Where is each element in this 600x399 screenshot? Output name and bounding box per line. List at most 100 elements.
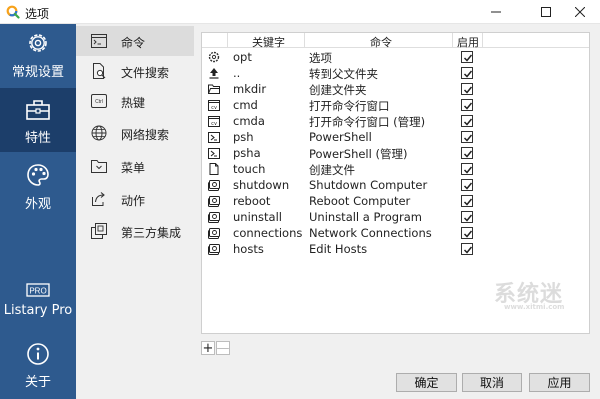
- sidebar-item-label: 特性: [24, 131, 51, 146]
- sidebar-item-general[interactable]: 常规设置: [0, 30, 76, 88]
- command-cell[interactable]: 创建文件夹: [309, 82, 367, 98]
- column-divider: [304, 33, 305, 48]
- watermark: 系统迷 www.xitmi.com: [494, 276, 574, 316]
- column-header-keyword[interactable]: 关键字: [252, 34, 285, 50]
- enabled-checkbox[interactable]: [461, 51, 473, 63]
- subnav-item-web-search[interactable]: 网络搜索: [76, 118, 194, 148]
- svg-text:Ctrl: Ctrl: [95, 99, 103, 105]
- keyword-cell[interactable]: touch: [233, 162, 265, 176]
- subnav-item-third-party[interactable]: 第三方集成: [76, 216, 194, 246]
- cancel-button[interactable]: 取消: [462, 373, 522, 392]
- keyword-cell[interactable]: psha: [233, 146, 261, 160]
- keyword-cell[interactable]: hosts: [233, 242, 264, 256]
- command-cell[interactable]: Edit Hosts: [309, 242, 367, 256]
- ok-button[interactable]: 确定: [396, 373, 457, 392]
- share-arrow-icon: [91, 191, 107, 207]
- command-cell[interactable]: 选项: [309, 50, 332, 66]
- remove-row-button[interactable]: —: [216, 341, 230, 355]
- enabled-checkbox[interactable]: [461, 163, 473, 175]
- keyword-cell[interactable]: cmda: [233, 114, 265, 128]
- cmd-icon: cv: [208, 99, 220, 111]
- subnav-item-label: 命令: [121, 36, 146, 50]
- table-row[interactable]: cv cmd 打开命令行窗口: [202, 97, 589, 113]
- table-row[interactable]: hosts Edit Hosts: [202, 241, 589, 257]
- subnav-item-label: 第三方集成: [121, 226, 182, 240]
- add-row-button[interactable]: +: [201, 341, 215, 355]
- keyword-cell[interactable]: ..: [233, 66, 240, 80]
- keyword-cell[interactable]: reboot: [233, 194, 270, 208]
- palette-icon: [27, 164, 49, 186]
- enabled-checkbox[interactable]: [461, 131, 473, 143]
- minimize-icon: [491, 11, 501, 13]
- apply-button[interactable]: 应用: [529, 373, 590, 392]
- close-button[interactable]: [560, 0, 600, 24]
- subnav-item-menu[interactable]: 菜单: [76, 151, 194, 181]
- table-row[interactable]: shutdown Shutdown Computer: [202, 177, 589, 193]
- subnav-item-label: 网络搜索: [121, 128, 170, 142]
- enabled-checkbox[interactable]: [461, 227, 473, 239]
- subnav-item-label: 热键: [121, 96, 146, 110]
- enabled-checkbox[interactable]: [461, 147, 473, 159]
- command-cell[interactable]: Shutdown Computer: [309, 178, 427, 192]
- keyword-cell[interactable]: shutdown: [233, 178, 289, 192]
- table-row[interactable]: uninstall Uninstall a Program: [202, 209, 589, 225]
- maximize-icon: [541, 7, 551, 17]
- enabled-checkbox[interactable]: [461, 67, 473, 79]
- enabled-checkbox[interactable]: [461, 99, 473, 111]
- plugin-icon: [91, 223, 107, 239]
- sidebar: 常规设置 特性 外观 PRO Listary Pro 关于: [0, 24, 76, 399]
- enabled-checkbox[interactable]: [461, 83, 473, 95]
- sidebar-item-about[interactable]: 关于: [0, 342, 76, 392]
- keyword-cell[interactable]: opt: [233, 50, 252, 64]
- run-icon: [208, 243, 220, 255]
- command-cell[interactable]: 打开命令行窗口 (管理): [309, 114, 425, 130]
- toolbox-icon: [26, 100, 50, 120]
- svg-text:cv: cv: [211, 120, 217, 126]
- enabled-checkbox[interactable]: [461, 115, 473, 127]
- table-row[interactable]: psh PowerShell: [202, 129, 589, 145]
- column-header-enabled[interactable]: 启用: [457, 34, 479, 50]
- table-row[interactable]: opt 选项: [202, 49, 589, 65]
- info-icon: [27, 343, 49, 365]
- keyword-cell[interactable]: connections: [233, 226, 302, 240]
- table-row[interactable]: psha PowerShell (管理): [202, 145, 589, 161]
- table-row[interactable]: mkdir 创建文件夹: [202, 81, 589, 97]
- sidebar-item-appearance[interactable]: 外观: [0, 162, 76, 220]
- subnav-item-commands[interactable]: 命令: [76, 26, 194, 56]
- sidebar-item-features[interactable]: 特性: [0, 88, 76, 152]
- table-row[interactable]: touch 创建文件: [202, 161, 589, 177]
- subnav-item-hotkeys[interactable]: Ctrl 热键: [76, 86, 194, 116]
- table-row[interactable]: .. 转到父文件夹: [202, 65, 589, 81]
- enabled-checkbox[interactable]: [461, 243, 473, 255]
- svg-text:PRO: PRO: [29, 287, 46, 296]
- table-row[interactable]: connections Network Connections: [202, 225, 589, 241]
- table-row[interactable]: reboot Reboot Computer: [202, 193, 589, 209]
- command-cell[interactable]: 打开命令行窗口: [309, 98, 390, 114]
- sidebar-item-listary-pro[interactable]: PRO Listary Pro: [0, 282, 76, 326]
- command-cell[interactable]: Network Connections: [309, 226, 432, 240]
- enabled-checkbox[interactable]: [461, 211, 473, 223]
- new-file-icon: [208, 163, 220, 175]
- keyword-cell[interactable]: mkdir: [233, 82, 266, 96]
- command-cell[interactable]: PowerShell (管理): [309, 146, 407, 162]
- command-cell[interactable]: Reboot Computer: [309, 194, 410, 208]
- keyword-cell[interactable]: uninstall: [233, 210, 282, 224]
- title-bar: 选项: [0, 0, 600, 24]
- table-row[interactable]: cv cmda 打开命令行窗口 (管理): [202, 113, 589, 129]
- keyword-cell[interactable]: cmd: [233, 98, 258, 112]
- command-cell[interactable]: Uninstall a Program: [309, 210, 422, 224]
- subnav-item-label: 动作: [121, 194, 146, 208]
- command-cell[interactable]: PowerShell: [309, 130, 372, 144]
- table-header: 关键字 命令 启用: [202, 33, 589, 50]
- enabled-checkbox[interactable]: [461, 179, 473, 191]
- keyword-cell[interactable]: psh: [233, 130, 254, 144]
- listary-logo-icon: [6, 5, 20, 19]
- enabled-checkbox[interactable]: [461, 195, 473, 207]
- subnav-item-label: 菜单: [121, 161, 146, 175]
- command-cell[interactable]: 创建文件: [309, 162, 355, 178]
- command-cell[interactable]: 转到父文件夹: [309, 66, 378, 82]
- minimize-button[interactable]: [476, 0, 516, 24]
- column-header-command[interactable]: 命令: [370, 34, 392, 50]
- subnav-item-file-search[interactable]: 文件搜索: [76, 56, 194, 86]
- subnav-item-actions[interactable]: 动作: [76, 184, 194, 214]
